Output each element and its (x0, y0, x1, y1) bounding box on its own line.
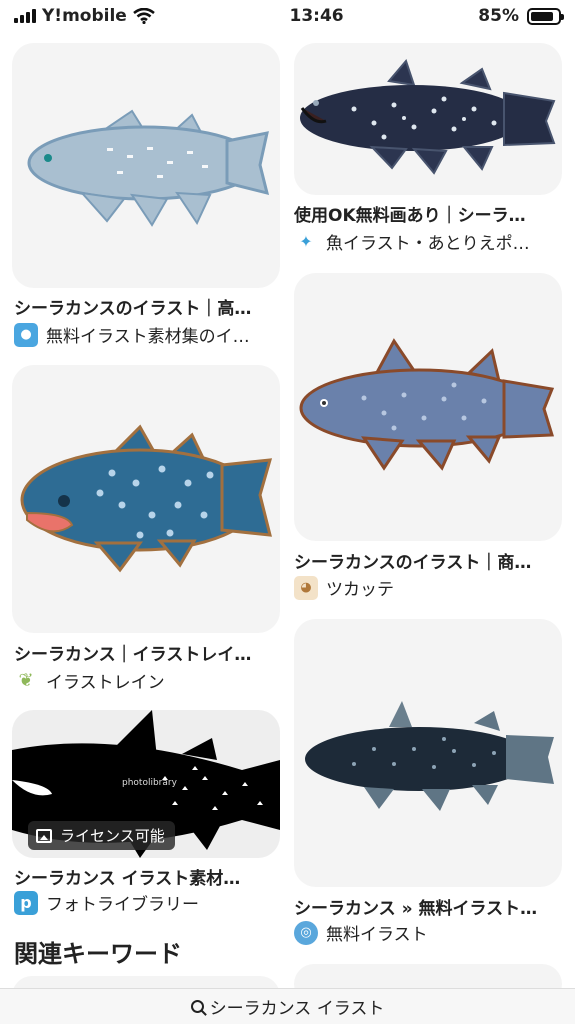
search-query[interactable]: シーラカンス イラスト (210, 994, 385, 1019)
site-favicon-icon: ● (14, 322, 38, 347)
battery-icon (526, 7, 564, 25)
result-thumbnail[interactable] (294, 273, 562, 541)
leaf-favicon-icon: ❦ (14, 668, 38, 693)
splash-favicon-icon: ✦ (294, 229, 318, 254)
image-icon (36, 828, 52, 843)
battery-percent: 85% (478, 6, 519, 26)
result-source[interactable]: ✦ 魚イラスト・あとりえポ… (294, 229, 558, 254)
result-thumbnail[interactable] (294, 43, 562, 195)
image-results-grid: シーラカンスのイラスト｜高… ● 無料イラスト素材集のイ… 使用OK無料画あり｜… (0, 32, 575, 992)
svg-text:photolibrary: photolibrary (122, 778, 178, 788)
globe-favicon-icon: ◎ (294, 920, 318, 945)
coelacanth-image (299, 338, 555, 471)
result-thumbnail[interactable] (12, 365, 280, 633)
search-bar[interactable]: シーラカンス イラスト (0, 988, 575, 1024)
result-source[interactable]: ◕ ツカッテ (294, 575, 558, 600)
dog-favicon-icon: ◕ (294, 575, 318, 600)
clock: 13:46 (289, 6, 344, 26)
status-right: 85% (478, 6, 564, 26)
source-name: 無料イラスト (326, 925, 428, 945)
source-name: 無料イラスト素材集のイ… (46, 327, 250, 347)
coelacanth-image (300, 59, 556, 175)
result-title[interactable]: 使用OK無料画あり｜シーラ… (294, 201, 558, 226)
source-name: フォトライブラリー (46, 895, 199, 915)
source-name: ツカッテ (326, 580, 394, 600)
result-title[interactable]: シーラカンスのイラスト｜高… (14, 294, 276, 319)
source-name: 魚イラスト・あとりえポ… (326, 234, 530, 254)
result-title[interactable]: シーラカンス » 無料イラスト… (294, 894, 558, 919)
wifi-icon (133, 8, 155, 24)
result-thumbnail[interactable]: photolibrary ライセンス可能 (12, 710, 280, 858)
search-icon (190, 1000, 204, 1013)
result-title[interactable]: シーラカンス イラスト素材… (14, 864, 276, 889)
result-source[interactable]: ◎ 無料イラスト (294, 920, 558, 945)
photolibrary-favicon-icon: p (14, 890, 38, 915)
result-title[interactable]: シーラカンスのイラスト｜商… (294, 548, 558, 573)
license-badge: ライセンス可能 (28, 821, 175, 850)
carrier-label: Y!mobile (42, 6, 127, 26)
coelacanth-image (27, 109, 270, 227)
source-name: イラストレイン (46, 673, 165, 693)
status-left: Y!mobile (14, 6, 155, 26)
coelacanth-image (305, 701, 554, 811)
signal-icon (14, 9, 36, 23)
status-bar: Y!mobile 13:46 85% (0, 0, 575, 32)
result-source[interactable]: p フォトライブラリー (14, 890, 276, 915)
coelacanth-image (20, 424, 273, 573)
related-keywords-heading: 関連キーワード (14, 940, 182, 968)
result-title[interactable]: シーラカンス｜イラストレイ… (14, 640, 276, 665)
result-source[interactable]: ❦ イラストレイン (14, 668, 276, 693)
result-thumbnail[interactable] (294, 619, 562, 887)
result-thumbnail[interactable] (12, 43, 280, 288)
license-label: ライセンス可能 (60, 827, 165, 845)
result-source[interactable]: ● 無料イラスト素材集のイ… (14, 322, 276, 347)
